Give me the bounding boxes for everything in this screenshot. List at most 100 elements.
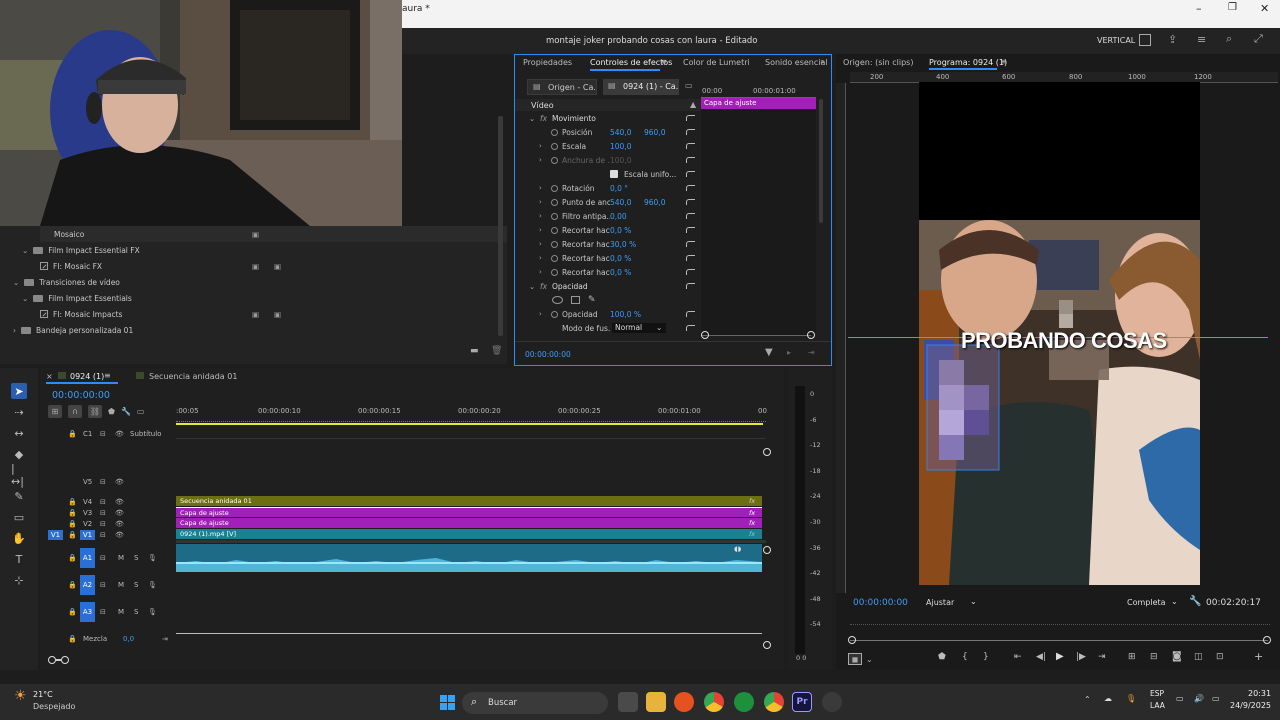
workspace-label[interactable]: VERTICAL bbox=[1097, 36, 1135, 45]
bin-effect[interactable]: FI: Mosaic Impacts ▣ ▣ bbox=[40, 306, 300, 322]
vr-icon[interactable]: ⊡ bbox=[1216, 652, 1224, 662]
close-icon[interactable]: ✕ bbox=[1260, 2, 1269, 15]
ripple-edit-tool-icon[interactable]: ↔ bbox=[11, 425, 27, 441]
bin-folder[interactable]: › Bandeja personalizada 01 bbox=[13, 322, 133, 338]
nest-icon[interactable]: ⊞ bbox=[48, 405, 62, 418]
solo-button[interactable]: S bbox=[134, 608, 138, 616]
lock-icon[interactable]: 🔒 bbox=[68, 520, 77, 528]
go-to-end-icon[interactable]: ⇥ bbox=[162, 635, 168, 643]
mic-icon[interactable]: 🎙 bbox=[148, 581, 157, 589]
tab-source-monitor[interactable]: Origen: (sin clips) bbox=[843, 58, 913, 67]
firefox-icon[interactable] bbox=[674, 692, 694, 712]
sync-icon[interactable]: ⊟ bbox=[100, 498, 106, 506]
mini-keyframe-area[interactable] bbox=[701, 109, 816, 335]
property-value[interactable]: 960,0 bbox=[644, 198, 665, 207]
property-value[interactable]: 0,00 bbox=[610, 212, 627, 221]
pen-tool-icon[interactable]: ✎ bbox=[11, 488, 27, 504]
obs-icon[interactable] bbox=[822, 692, 842, 712]
type-tool-icon[interactable]: T bbox=[11, 551, 27, 567]
play-icon[interactable]: ▶ bbox=[1056, 651, 1064, 662]
bin-folder[interactable]: ⌄ Transiciones de vídeo bbox=[13, 274, 120, 290]
add-button-icon[interactable]: + bbox=[1254, 650, 1263, 663]
caption-tool-icon[interactable]: ⊹ bbox=[11, 572, 27, 588]
stopwatch-icon[interactable] bbox=[551, 156, 558, 164]
weather-temp[interactable]: 21°C bbox=[33, 690, 53, 699]
clip-adjustment-layer[interactable]: Capa de ajuste fx bbox=[176, 507, 762, 517]
lock-icon[interactable]: 🔒 bbox=[68, 554, 77, 562]
reset-icon[interactable] bbox=[686, 227, 695, 233]
timeline-timecode[interactable]: 00:00:00:00 bbox=[52, 390, 110, 401]
clip-audio-main[interactable] bbox=[176, 544, 762, 572]
track-target-a2[interactable]: A2 bbox=[80, 575, 95, 595]
stopwatch-icon[interactable] bbox=[551, 142, 558, 150]
play-audio-icon[interactable]: ▸ bbox=[787, 348, 791, 357]
track-select-tool-icon[interactable]: ⇢ bbox=[11, 404, 27, 420]
captions-icon[interactable]: ▭ bbox=[137, 407, 145, 416]
stopwatch-icon[interactable] bbox=[551, 310, 558, 318]
sync-icon[interactable]: ⊟ bbox=[100, 430, 106, 438]
sync-icon[interactable]: ⊟ bbox=[100, 531, 106, 539]
fit-select[interactable]: Ajustar ⌄ bbox=[922, 595, 982, 609]
maximize-icon[interactable]: ❐ bbox=[1228, 2, 1237, 13]
zoom-handle-left[interactable] bbox=[848, 636, 856, 644]
reset-icon[interactable] bbox=[686, 157, 695, 163]
xbox-icon[interactable] bbox=[734, 692, 754, 712]
tray-chevron-icon[interactable]: ⌃ bbox=[1084, 695, 1091, 704]
expand-icon[interactable]: › bbox=[539, 240, 542, 248]
zoom-scrollbar[interactable] bbox=[850, 640, 1268, 641]
reset-icon[interactable] bbox=[686, 269, 695, 275]
opacity-value[interactable]: 100,0 % bbox=[610, 310, 641, 319]
mix-volume[interactable]: 0,0 bbox=[123, 635, 134, 643]
bin-folder[interactable]: ⌄ Film Impact Essentials bbox=[22, 290, 132, 306]
clock-date[interactable]: 24/9/2025 bbox=[1230, 701, 1271, 710]
property-value[interactable]: 960,0 bbox=[644, 128, 665, 137]
effects-scrollbar[interactable] bbox=[819, 99, 823, 223]
lock-icon[interactable]: 🔒 bbox=[68, 581, 77, 589]
tab-essential-sound[interactable]: Sonido esencial bbox=[765, 58, 828, 67]
eye-icon[interactable]: 👁 bbox=[115, 509, 124, 517]
solo-button[interactable]: S bbox=[134, 554, 138, 562]
bin-folder[interactable]: ⌄ Film Impact Essential FX bbox=[22, 242, 140, 258]
lift-icon[interactable]: ⊞ bbox=[1128, 652, 1136, 662]
mute-button[interactable]: M bbox=[118, 554, 124, 562]
minimize-icon[interactable]: – bbox=[1196, 2, 1202, 15]
blend-mode-select[interactable]: Normal ⌄ bbox=[612, 323, 666, 333]
effects-timecode[interactable]: 00:00:00:00 bbox=[525, 350, 571, 359]
uniform-scale-checkbox[interactable] bbox=[610, 170, 618, 178]
chrome-icon[interactable] bbox=[704, 692, 724, 712]
snap-icon[interactable]: ∩ bbox=[68, 405, 82, 418]
tab-menu-icon[interactable]: ≡ bbox=[104, 371, 111, 380]
sync-icon[interactable]: ⊟ bbox=[100, 509, 106, 517]
source-clip-tab[interactable]: ▤ Origen - Ca... bbox=[527, 79, 597, 95]
property-value[interactable]: 100,0 bbox=[610, 142, 631, 151]
zoom-handle-right[interactable] bbox=[807, 331, 815, 339]
overlay-title-text[interactable]: PROBANDO COSAS bbox=[961, 328, 1167, 354]
reset-icon[interactable] bbox=[686, 199, 695, 205]
filter-icon[interactable]: ▼ bbox=[765, 347, 773, 358]
sequence-clip-tab[interactable]: ▤ 0924 (1) - Ca... bbox=[603, 79, 679, 95]
solo-button[interactable]: S bbox=[134, 581, 138, 589]
eye-icon[interactable]: 👁 bbox=[115, 520, 124, 528]
expand-icon[interactable]: › bbox=[539, 184, 542, 192]
v-scroll-handle[interactable] bbox=[763, 641, 771, 649]
monitor-icon[interactable]: ▭ bbox=[1176, 694, 1184, 703]
mic-icon[interactable]: 🎙 bbox=[148, 608, 157, 616]
sync-icon[interactable]: ⊟ bbox=[100, 520, 106, 528]
sync-icon[interactable]: ⊟ bbox=[100, 581, 106, 589]
stopwatch-icon[interactable] bbox=[551, 198, 558, 206]
property-value[interactable]: 30,0 % bbox=[610, 240, 636, 249]
reset-icon[interactable] bbox=[686, 311, 695, 317]
lock-icon[interactable]: 🔒 bbox=[68, 531, 77, 539]
track-target-a3[interactable]: A3 bbox=[80, 602, 95, 622]
reset-icon[interactable] bbox=[686, 115, 695, 121]
language-code[interactable]: ESP bbox=[1150, 689, 1164, 698]
comparison-icon[interactable]: ◫ bbox=[1194, 652, 1203, 662]
stopwatch-icon[interactable] bbox=[551, 268, 558, 276]
lock-icon[interactable]: 🔒 bbox=[68, 635, 77, 643]
property-value[interactable]: 0,0 % bbox=[610, 268, 631, 277]
expand-icon[interactable]: › bbox=[539, 254, 542, 262]
stopwatch-icon[interactable] bbox=[551, 254, 558, 262]
marker-icon[interactable]: ⬟ bbox=[938, 652, 946, 662]
quality-select[interactable]: Completa ⌄ bbox=[1123, 595, 1183, 609]
tab-sequence-0924[interactable]: 0924 (1) bbox=[70, 372, 104, 381]
